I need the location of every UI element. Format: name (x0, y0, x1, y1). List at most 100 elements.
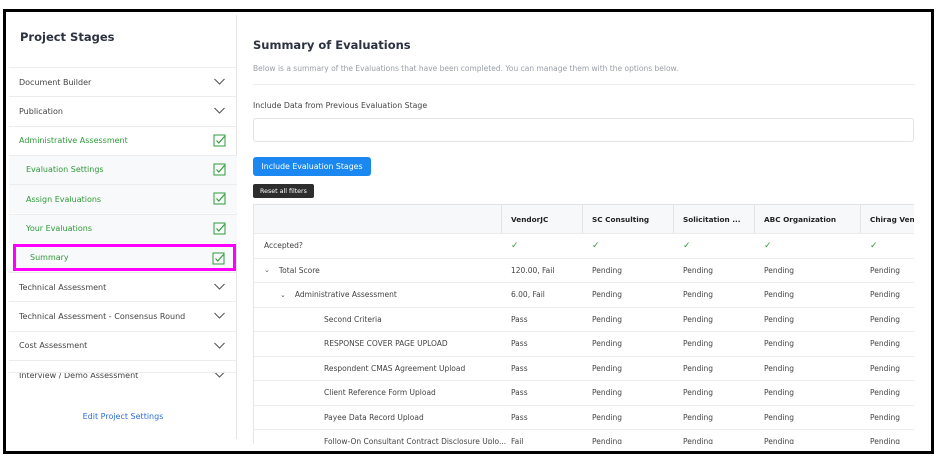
sidebar-item-technical-assessment[interactable]: Technical Assessment (9, 272, 237, 301)
column-separator[interactable] (582, 205, 583, 233)
row-value-cell: 120.00, Fail (511, 265, 555, 275)
sidebar-title: Project Stages (20, 30, 115, 44)
row-value-cell: Pending (683, 363, 713, 373)
row-label: Follow-On Consultant Contract Disclosure… (324, 437, 507, 444)
sidebar-item-label: Administrative Assessment (19, 136, 128, 146)
row-value-cell: Pending (870, 437, 900, 444)
row-value-cell: Pending (683, 265, 713, 275)
row-label: Total Score (278, 265, 320, 275)
row-label: RESPONSE COVER PAGE UPLOAD (324, 339, 448, 349)
reset-all-filters-button[interactable]: Reset all filters (253, 184, 314, 198)
include-evaluation-stages-button[interactable]: Include Evaluation Stages (253, 157, 371, 176)
column-separator[interactable] (501, 205, 502, 233)
chevron-down-icon (214, 283, 225, 290)
divider (253, 84, 915, 85)
table-row: Follow-On Consultant Contract Disclosure… (254, 429, 914, 444)
row-value-cell: Pending (764, 437, 794, 444)
row-value-cell: Pending (683, 437, 713, 444)
row-criteria-cell: Accepted? (264, 234, 497, 258)
table-row: RESPONSE COVER PAGE UPLOAD Pass Pending Pen… (254, 331, 914, 356)
column-header-vendor[interactable]: Solicitation ... (683, 205, 752, 233)
row-value-cell: Pending (592, 437, 622, 444)
sidebar-item-label: Assign Evaluations (26, 194, 102, 204)
column-header-vendor[interactable]: VendorJC (511, 205, 580, 233)
previous-stage-label: Include Data from Previous Evaluation St… (253, 101, 428, 110)
sidebar-item-summary[interactable]: Summary (13, 243, 236, 271)
row-value-cell: Pending (592, 290, 622, 300)
sidebar-item-label: Document Builder (19, 77, 92, 87)
row-criteria-cell: Second Criteria (324, 308, 525, 332)
column-separator[interactable] (754, 205, 755, 233)
accepted-check-icon: ✓ (683, 240, 691, 251)
row-value-cell: Pending (870, 265, 900, 275)
row-criteria-cell: Payee Data Record Upload (324, 406, 525, 430)
row-value-cell: Pending (764, 339, 794, 349)
row-value-cell: Pending (870, 290, 900, 300)
column-header-criteria[interactable] (264, 205, 499, 233)
row-label: Second Criteria (324, 314, 382, 324)
row-value-cell: Pass (511, 388, 528, 398)
row-criteria-cell: Client Reference Form Upload (324, 381, 525, 405)
checkbox-checked-icon (213, 134, 226, 147)
row-value-cell: Pending (683, 388, 713, 398)
sidebar-item-technical-assessment-consensus-round[interactable]: Technical Assessment - Consensus Round (9, 301, 237, 330)
row-value-cell: Pending (764, 314, 794, 324)
sidebar-item-your-evaluations[interactable]: Your Evaluations (9, 213, 237, 243)
sidebar-item-document-builder[interactable]: Document Builder (9, 67, 237, 96)
sidebar-item-administrative-assessment[interactable]: Administrative Assessment (9, 125, 237, 155)
app-frame: Project Stages Document Builder Publicati… (3, 9, 934, 454)
sidebar-item-label: Cost Assessment (19, 341, 88, 351)
row-value-cell: Pending (683, 314, 713, 324)
sidebar-item-assign-evaluations[interactable]: Assign Evaluations (9, 184, 237, 214)
chevron-down-icon (214, 313, 225, 320)
row-value-cell: Pending (870, 314, 900, 324)
chevron-down-icon (214, 342, 225, 349)
row-value-cell: Pending (592, 265, 622, 275)
row-value-cell: Pass (511, 314, 528, 324)
row-value-cell: Pending (870, 339, 900, 349)
column-separator[interactable] (673, 205, 674, 233)
row-value-cell: Pending (683, 339, 713, 349)
expand-caret-icon[interactable]: ⌄ (264, 266, 270, 274)
row-label: Administrative Assessment (294, 290, 397, 300)
expand-caret-icon[interactable]: ⌄ (280, 291, 286, 299)
row-value-cell: Pass (511, 412, 528, 422)
previous-stage-input[interactable] (253, 118, 914, 142)
sidebar-item-label: Summary (30, 253, 69, 263)
row-value-cell: Pending (683, 412, 713, 422)
row-value-cell: Pass (511, 363, 528, 373)
evaluation-summary-table: VendorJC SC Consulting Solicitation ... ABC… (253, 204, 914, 444)
accepted-check-icon: ✓ (592, 240, 600, 251)
row-criteria-cell: ⌄ Administrative Assessment (280, 283, 497, 307)
row-value-cell: Pass (511, 339, 528, 349)
column-header-vendor[interactable]: SC Consulting (592, 205, 671, 233)
row-value-cell: Pending (592, 388, 622, 398)
column-header-vendor[interactable]: Chirag Vendo (870, 205, 914, 233)
table-header-row: VendorJC SC Consulting Solicitation ... ABC… (254, 204, 914, 233)
sidebar-item-evaluation-settings[interactable]: Evaluation Settings (9, 154, 237, 184)
row-value-cell: Pending (592, 339, 622, 349)
sidebar-item-publication[interactable]: Publication (9, 96, 237, 125)
row-value-cell: Pending (764, 412, 794, 422)
page-subtitle: Below is a summary of the Evaluations th… (253, 64, 679, 73)
row-label: Respondent CMAS Agreement Upload (324, 363, 466, 373)
row-label: Payee Data Record Upload (324, 412, 424, 422)
checkbox-checked-icon (213, 163, 226, 176)
checkbox-checked-icon (212, 252, 225, 265)
row-criteria-cell: Respondent CMAS Agreement Upload (324, 357, 525, 381)
edit-project-settings-link[interactable]: Edit Project Settings (9, 412, 237, 421)
sidebar-item-label: Technical Assessment - Consensus Round (19, 311, 186, 321)
checkbox-checked-icon (213, 222, 226, 234)
column-separator[interactable] (860, 205, 861, 233)
accepted-check-icon: ✓ (511, 240, 519, 251)
chevron-down-icon (214, 78, 225, 85)
sidebar-item-cost-assessment[interactable]: Cost Assessment (9, 330, 237, 360)
table-row: Client Reference Form Upload Pass Pending P… (254, 380, 914, 405)
table-row: Second Criteria Pass Pending Pending Pending… (254, 306, 914, 332)
row-criteria-cell: ⌄ Total Score (264, 259, 497, 283)
row-value-cell: Pending (592, 412, 622, 422)
row-value-cell: 6.00, Fail (511, 290, 545, 300)
page-title: Summary of Evaluations (253, 38, 411, 52)
column-header-vendor[interactable]: ABC Organization (764, 205, 858, 233)
sidebar-item-label: Publication (19, 106, 63, 116)
